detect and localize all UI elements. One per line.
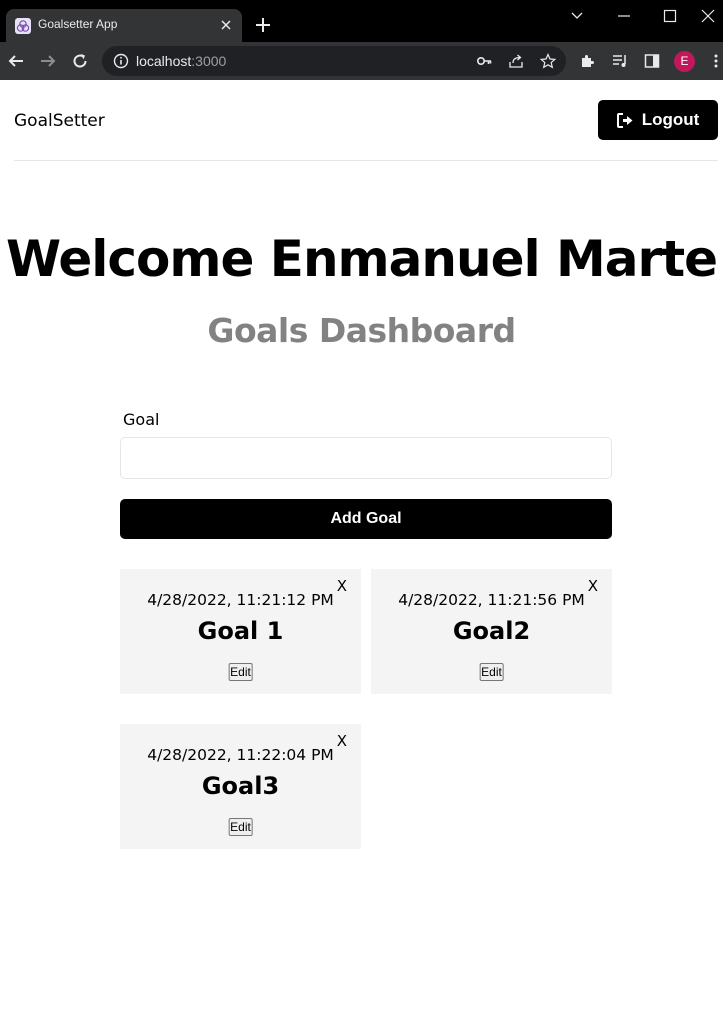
- maximize-icon[interactable]: [660, 6, 680, 26]
- minimize-icon[interactable]: [614, 6, 634, 26]
- app-header: GoalSetter Logout: [14, 80, 718, 161]
- url-port: :3000: [191, 53, 227, 69]
- goal-title: Goal3: [201, 772, 280, 800]
- url-text: localhost:3000: [136, 53, 226, 69]
- goal-card: X 4/28/2022, 11:21:56 PM Goal2 Edit: [371, 569, 612, 694]
- goal-card: X 4/28/2022, 11:22:04 PM Goal3 Edit: [120, 724, 361, 849]
- profile-avatar[interactable]: E: [674, 51, 695, 72]
- goal-date: 4/28/2022, 11:21:56 PM: [398, 591, 585, 609]
- site-info-icon[interactable]: [113, 53, 129, 69]
- page-content: GoalSetter Logout Welcome Enmanuel Marte…: [0, 80, 723, 1022]
- key-icon[interactable]: [476, 53, 492, 69]
- goal-input[interactable]: [120, 437, 612, 479]
- tab-title: Goalsetter App: [38, 17, 118, 31]
- tab-search-chevron-icon[interactable]: [567, 6, 587, 26]
- add-goal-button[interactable]: Add Goal: [120, 499, 612, 539]
- window-close-icon[interactable]: [698, 6, 718, 26]
- goalsetter-favicon-icon: [15, 18, 31, 34]
- edit-goal-button[interactable]: Edit: [479, 663, 504, 681]
- logout-button[interactable]: Logout: [598, 100, 718, 140]
- side-panel-icon[interactable]: [644, 53, 660, 69]
- new-tab-icon[interactable]: [254, 16, 272, 34]
- brand-link[interactable]: GoalSetter: [14, 111, 105, 131]
- back-icon[interactable]: [7, 52, 25, 70]
- goal-card: X 4/28/2022, 11:21:12 PM Goal 1 Edit: [120, 569, 361, 694]
- share-icon[interactable]: [508, 53, 524, 69]
- extensions-icon[interactable]: [580, 53, 596, 69]
- browser-toolbar: localhost:3000 E: [0, 42, 723, 80]
- edit-goal-button[interactable]: Edit: [228, 663, 253, 681]
- url-host: localhost: [136, 53, 192, 69]
- goal-title: Goal2: [452, 617, 531, 645]
- goal-date: 4/28/2022, 11:22:04 PM: [147, 746, 334, 764]
- bookmark-star-icon[interactable]: [540, 53, 556, 69]
- browser-menu-icon[interactable]: [708, 53, 723, 69]
- browser-tabstrip: Goalsetter App: [0, 0, 723, 42]
- goal-date: 4/28/2022, 11:21:12 PM: [147, 591, 334, 609]
- forward-icon[interactable]: [39, 52, 57, 70]
- media-queue-icon[interactable]: [612, 53, 628, 69]
- tab-close-icon[interactable]: [218, 17, 234, 33]
- address-bar[interactable]: localhost:3000: [102, 46, 566, 76]
- sign-out-icon: [616, 112, 633, 128]
- reload-icon[interactable]: [71, 52, 89, 70]
- edit-goal-button[interactable]: Edit: [228, 818, 253, 836]
- welcome-heading: Welcome Enmanuel Marte: [5, 230, 718, 288]
- goal-title: Goal 1: [197, 617, 284, 645]
- dashboard-subheading: Goals Dashboard: [207, 311, 516, 350]
- logout-label: Logout: [641, 110, 700, 129]
- browser-tab[interactable]: Goalsetter App: [6, 9, 242, 42]
- goal-label: Goal: [123, 410, 160, 429]
